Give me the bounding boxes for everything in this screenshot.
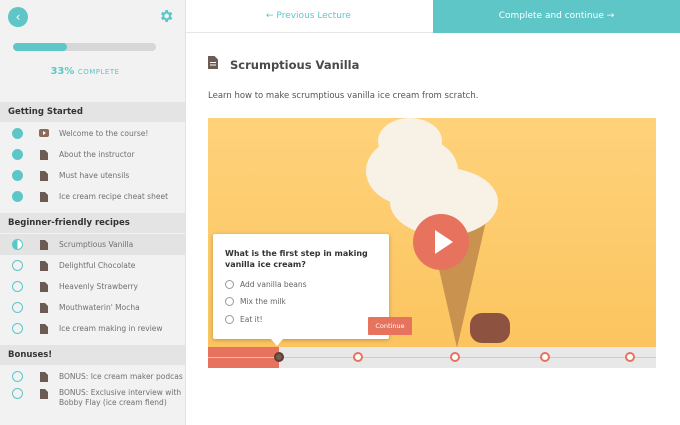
progress-caption: COMPLETE xyxy=(77,68,120,76)
progress-percent: 33% xyxy=(50,66,75,77)
lecture-item-label: Must have utensils xyxy=(59,171,130,180)
course-progress-fill xyxy=(13,43,68,51)
incomplete-icon xyxy=(12,260,23,271)
quiz-option-label: Mix the milk xyxy=(240,297,286,306)
timeline-quiz-marker[interactable] xyxy=(540,352,550,362)
video-icon xyxy=(39,129,49,137)
complete-continue-label: Complete and continue xyxy=(498,11,604,21)
incomplete-icon xyxy=(12,281,23,292)
document-icon xyxy=(40,192,48,202)
incomplete-icon xyxy=(12,388,23,399)
arrow-left-icon: ← xyxy=(266,11,274,21)
timeline-playhead[interactable] xyxy=(274,352,284,362)
hand-shape xyxy=(470,313,510,343)
lecture-title: Scrumptious Vanilla xyxy=(230,58,360,72)
lecture-item[interactable]: Must have utensils xyxy=(0,165,185,186)
radio-button[interactable] xyxy=(225,280,234,289)
lecture-item-label: BONUS: Exclusive interview with Bobby Fl… xyxy=(59,388,182,407)
document-icon xyxy=(40,372,48,382)
lecture-item[interactable]: BONUS: Ice cream maker podcast xyxy=(0,366,185,383)
lecture-description: Learn how to make scrumptious vanilla ic… xyxy=(208,91,479,101)
radio-button[interactable] xyxy=(225,315,234,324)
previous-lecture-button[interactable]: ← Previous Lecture xyxy=(266,0,351,33)
timeline-quiz-marker[interactable] xyxy=(450,352,460,362)
quiz-question: What is the first step in making vanilla… xyxy=(225,249,368,269)
course-progress-bar xyxy=(13,43,156,51)
gear-icon[interactable] xyxy=(158,8,174,24)
incomplete-icon xyxy=(12,239,23,250)
incomplete-icon xyxy=(12,323,23,334)
video-timeline[interactable] xyxy=(208,347,656,368)
radio-button[interactable] xyxy=(225,297,234,306)
lecture-item-label: Ice cream recipe cheat sheet xyxy=(59,192,169,201)
lecture-item[interactable]: Ice cream making in review xyxy=(0,318,185,339)
scoop-shape xyxy=(378,118,442,164)
completed-icon xyxy=(12,149,23,160)
incomplete-icon xyxy=(12,302,23,313)
lecture-item[interactable]: Scrumptious Vanilla xyxy=(0,234,185,255)
lecture-item[interactable]: Ice cream recipe cheat sheet xyxy=(0,186,185,207)
quiz-popup: What is the first step in making vanilla… xyxy=(213,234,412,346)
timeline-quiz-marker[interactable] xyxy=(625,352,635,362)
lecture-item[interactable]: Mouthwaterin' Mocha xyxy=(0,297,185,318)
complete-continue-button[interactable]: Complete and continue → xyxy=(433,0,680,33)
document-icon xyxy=(40,261,48,271)
section-header: Bonuses! xyxy=(0,345,185,365)
completed-icon xyxy=(12,128,23,139)
document-icon xyxy=(40,150,48,160)
document-icon xyxy=(40,240,48,250)
document-icon xyxy=(208,56,218,69)
quiz-option-label: Add vanilla beans xyxy=(240,280,307,289)
lecture-item-label: About the instructor xyxy=(59,150,135,159)
document-icon xyxy=(40,324,48,334)
quiz-continue-button[interactable]: Continue xyxy=(368,317,412,335)
lecture-topbar: ← Previous Lecture Complete and continue… xyxy=(186,0,680,33)
quiz-option-label: Eat it! xyxy=(240,315,263,324)
previous-lecture-label: Previous Lecture xyxy=(276,11,351,21)
sidebar-header: ‹ xyxy=(0,0,185,34)
course-sidebar: ‹ 33% COMPLETE Getting Started Welcome to… xyxy=(0,0,186,425)
completed-icon xyxy=(12,191,23,202)
document-icon xyxy=(40,389,48,399)
lecture-item[interactable]: Delightful Chocolate xyxy=(0,255,185,276)
section-header: Beginner-friendly recipes xyxy=(0,213,185,233)
lecture-item-label: Delightful Chocolate xyxy=(59,261,136,270)
lecture-item[interactable]: Welcome to the course! xyxy=(0,123,185,144)
completed-icon xyxy=(12,170,23,181)
back-button[interactable]: ‹ xyxy=(8,7,28,27)
lecture-item[interactable]: About the instructor xyxy=(0,144,185,165)
play-button[interactable] xyxy=(413,214,469,270)
lecture-item-label: Heavenly Strawberry xyxy=(59,282,138,291)
lecture-item-label: Welcome to the course! xyxy=(59,129,149,138)
lecture-item[interactable]: Heavenly Strawberry xyxy=(0,276,185,297)
lecture-item[interactable]: BONUS: Exclusive interview with Bobby Fl… xyxy=(0,383,185,413)
arrow-right-icon: → xyxy=(606,11,615,21)
lecture-item-label: Scrumptious Vanilla xyxy=(59,240,134,249)
lecture-item-label: Ice cream making in review xyxy=(59,324,163,333)
document-icon xyxy=(40,171,48,181)
section-header: Getting Started xyxy=(0,102,185,122)
document-icon xyxy=(40,282,48,292)
timeline-quiz-marker[interactable] xyxy=(353,352,363,362)
progress-label: 33% COMPLETE xyxy=(0,66,170,77)
incomplete-icon xyxy=(12,371,23,382)
document-icon xyxy=(40,303,48,313)
lecture-item-label: Mouthwaterin' Mocha xyxy=(59,303,140,312)
